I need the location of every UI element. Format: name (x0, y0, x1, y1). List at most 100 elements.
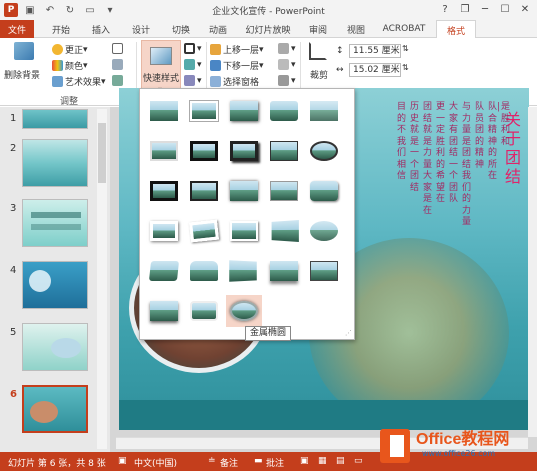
close-button[interactable]: ✕ (516, 1, 534, 17)
rotate-button[interactable]: ▾ (278, 75, 296, 86)
selection-pane-button[interactable]: 选择窗格 (210, 75, 259, 88)
slide-thumbnail-6[interactable] (22, 385, 88, 433)
reading-view-icon[interactable]: ▤ (336, 456, 345, 466)
height-field[interactable]: 11.55 厘米 (349, 44, 401, 58)
picture-style-option[interactable] (186, 135, 222, 167)
picture-style-option[interactable] (226, 135, 262, 167)
picture-style-option[interactable] (226, 175, 262, 207)
language-label[interactable]: 中文(中国) (134, 456, 177, 469)
tab-slideshow[interactable]: 幻灯片放映 (240, 20, 296, 38)
picture-style-option[interactable] (306, 175, 342, 207)
bring-forward-icon (210, 44, 221, 55)
picture-style-preview (270, 141, 298, 161)
site-watermark: Office教程网 www.office26.com (378, 421, 537, 471)
picture-style-option[interactable] (266, 95, 302, 127)
tab-acrobat[interactable]: ACROBAT (378, 20, 430, 38)
normal-view-icon[interactable]: ▣ (300, 456, 309, 466)
picture-style-option[interactable] (146, 295, 182, 327)
align-button[interactable]: ▾ (278, 43, 296, 54)
picture-style-option[interactable] (186, 175, 222, 207)
ribbon-display-button[interactable]: ❐ (456, 1, 474, 17)
slide-thumbnail-1[interactable] (22, 109, 88, 129)
artistic-effects-label: 艺术效果 (65, 78, 102, 88)
bring-forward-button[interactable]: 上移一层 ▾ (210, 43, 264, 56)
remove-background-icon (14, 42, 34, 60)
picture-style-option[interactable] (146, 175, 182, 207)
picture-style-option[interactable] (186, 295, 222, 327)
height-spinner[interactable]: ⇅ (402, 44, 409, 53)
picture-border-button[interactable]: ▾ (184, 43, 202, 54)
corrections-button[interactable]: 更正 ▾ (52, 43, 88, 56)
height-icon: ↕ (336, 46, 344, 56)
picture-style-option[interactable] (186, 95, 222, 127)
picture-style-preview (190, 261, 218, 281)
tab-file[interactable]: 文件 (0, 20, 34, 38)
picture-style-preview (310, 261, 338, 281)
tab-animations[interactable]: 动画 (201, 20, 235, 38)
color-button[interactable]: 颜色 ▾ (52, 59, 88, 72)
picture-style-option[interactable] (266, 175, 302, 207)
picture-style-option[interactable] (186, 255, 222, 287)
minimize-button[interactable]: ─ (476, 1, 494, 17)
tab-format[interactable]: 格式 (436, 20, 476, 39)
compress-pictures-button[interactable] (112, 43, 125, 54)
picture-style-preview (190, 181, 218, 201)
proofing-icon[interactable]: ▣ (118, 456, 127, 466)
tab-transitions[interactable]: 切换 (164, 20, 198, 38)
tab-view[interactable]: 视图 (339, 20, 373, 38)
color-label: 颜色 (65, 62, 84, 72)
picture-style-option[interactable] (146, 215, 182, 247)
comments-button[interactable]: 批注 (266, 456, 284, 469)
send-backward-button[interactable]: 下移一层 ▾ (210, 59, 264, 72)
picture-style-option[interactable] (266, 255, 302, 287)
resize-grip-icon[interactable]: ⋰ (345, 329, 352, 337)
notes-button[interactable]: 备注 (220, 456, 238, 469)
change-picture-icon (112, 59, 123, 70)
slide-vertical-scrollbar[interactable] (528, 107, 537, 437)
picture-layout-button[interactable]: ▾ (184, 75, 202, 86)
picture-style-option[interactable] (266, 215, 302, 247)
picture-style-option[interactable] (306, 95, 342, 127)
crop-button[interactable] (309, 42, 327, 60)
tab-design[interactable]: 设计 (124, 20, 158, 38)
help-button[interactable]: ? (436, 1, 454, 17)
scrollbar-thumb[interactable] (98, 123, 106, 183)
picture-style-preview (148, 261, 180, 281)
picture-style-option[interactable] (146, 255, 182, 287)
slide-text-column: 与力量是团结我们的力量 (462, 102, 472, 227)
picture-style-option[interactable] (306, 255, 342, 287)
artistic-effects-button[interactable]: 艺术效果 ▾ (52, 75, 106, 88)
picture-style-option[interactable] (226, 215, 262, 247)
picture-style-option[interactable] (186, 215, 222, 247)
slide-thumbnail-3[interactable] (22, 199, 88, 247)
thumbnail-scrollbar[interactable] (97, 109, 107, 449)
slide-thumbnail-4[interactable] (22, 261, 88, 309)
tab-insert[interactable]: 插入 (84, 20, 118, 38)
group-button[interactable]: ▾ (278, 59, 296, 70)
picture-style-option[interactable] (266, 135, 302, 167)
tab-home[interactable]: 开始 (44, 20, 78, 38)
remove-background-button[interactable] (10, 42, 40, 64)
slideshow-view-icon[interactable]: ▭ (354, 456, 363, 466)
picture-effects-button[interactable]: ▾ (184, 59, 202, 70)
maximize-button[interactable]: ☐ (496, 1, 514, 17)
picture-style-option[interactable] (146, 135, 182, 167)
tab-review[interactable]: 审阅 (301, 20, 335, 38)
picture-style-option[interactable] (146, 95, 182, 127)
picture-style-option[interactable] (306, 215, 342, 247)
picture-style-option[interactable] (226, 255, 262, 287)
sun-icon (52, 44, 63, 55)
picture-style-option[interactable] (226, 295, 262, 327)
reset-picture-button[interactable] (112, 75, 125, 86)
picture-style-option[interactable] (226, 95, 262, 127)
picture-style-preview (310, 221, 338, 241)
slide-thumbnail-5[interactable] (22, 323, 88, 371)
comments-icon: ▬ (254, 456, 263, 466)
change-picture-button[interactable] (112, 59, 125, 70)
width-spinner[interactable]: ⇅ (402, 63, 409, 72)
width-field[interactable]: 15.02 厘米 (349, 63, 401, 77)
slide-thumbnail-2[interactable] (22, 139, 88, 187)
picture-style-preview (150, 221, 178, 241)
picture-style-option[interactable] (306, 135, 342, 167)
slide-sorter-icon[interactable]: ▦ (318, 456, 327, 466)
